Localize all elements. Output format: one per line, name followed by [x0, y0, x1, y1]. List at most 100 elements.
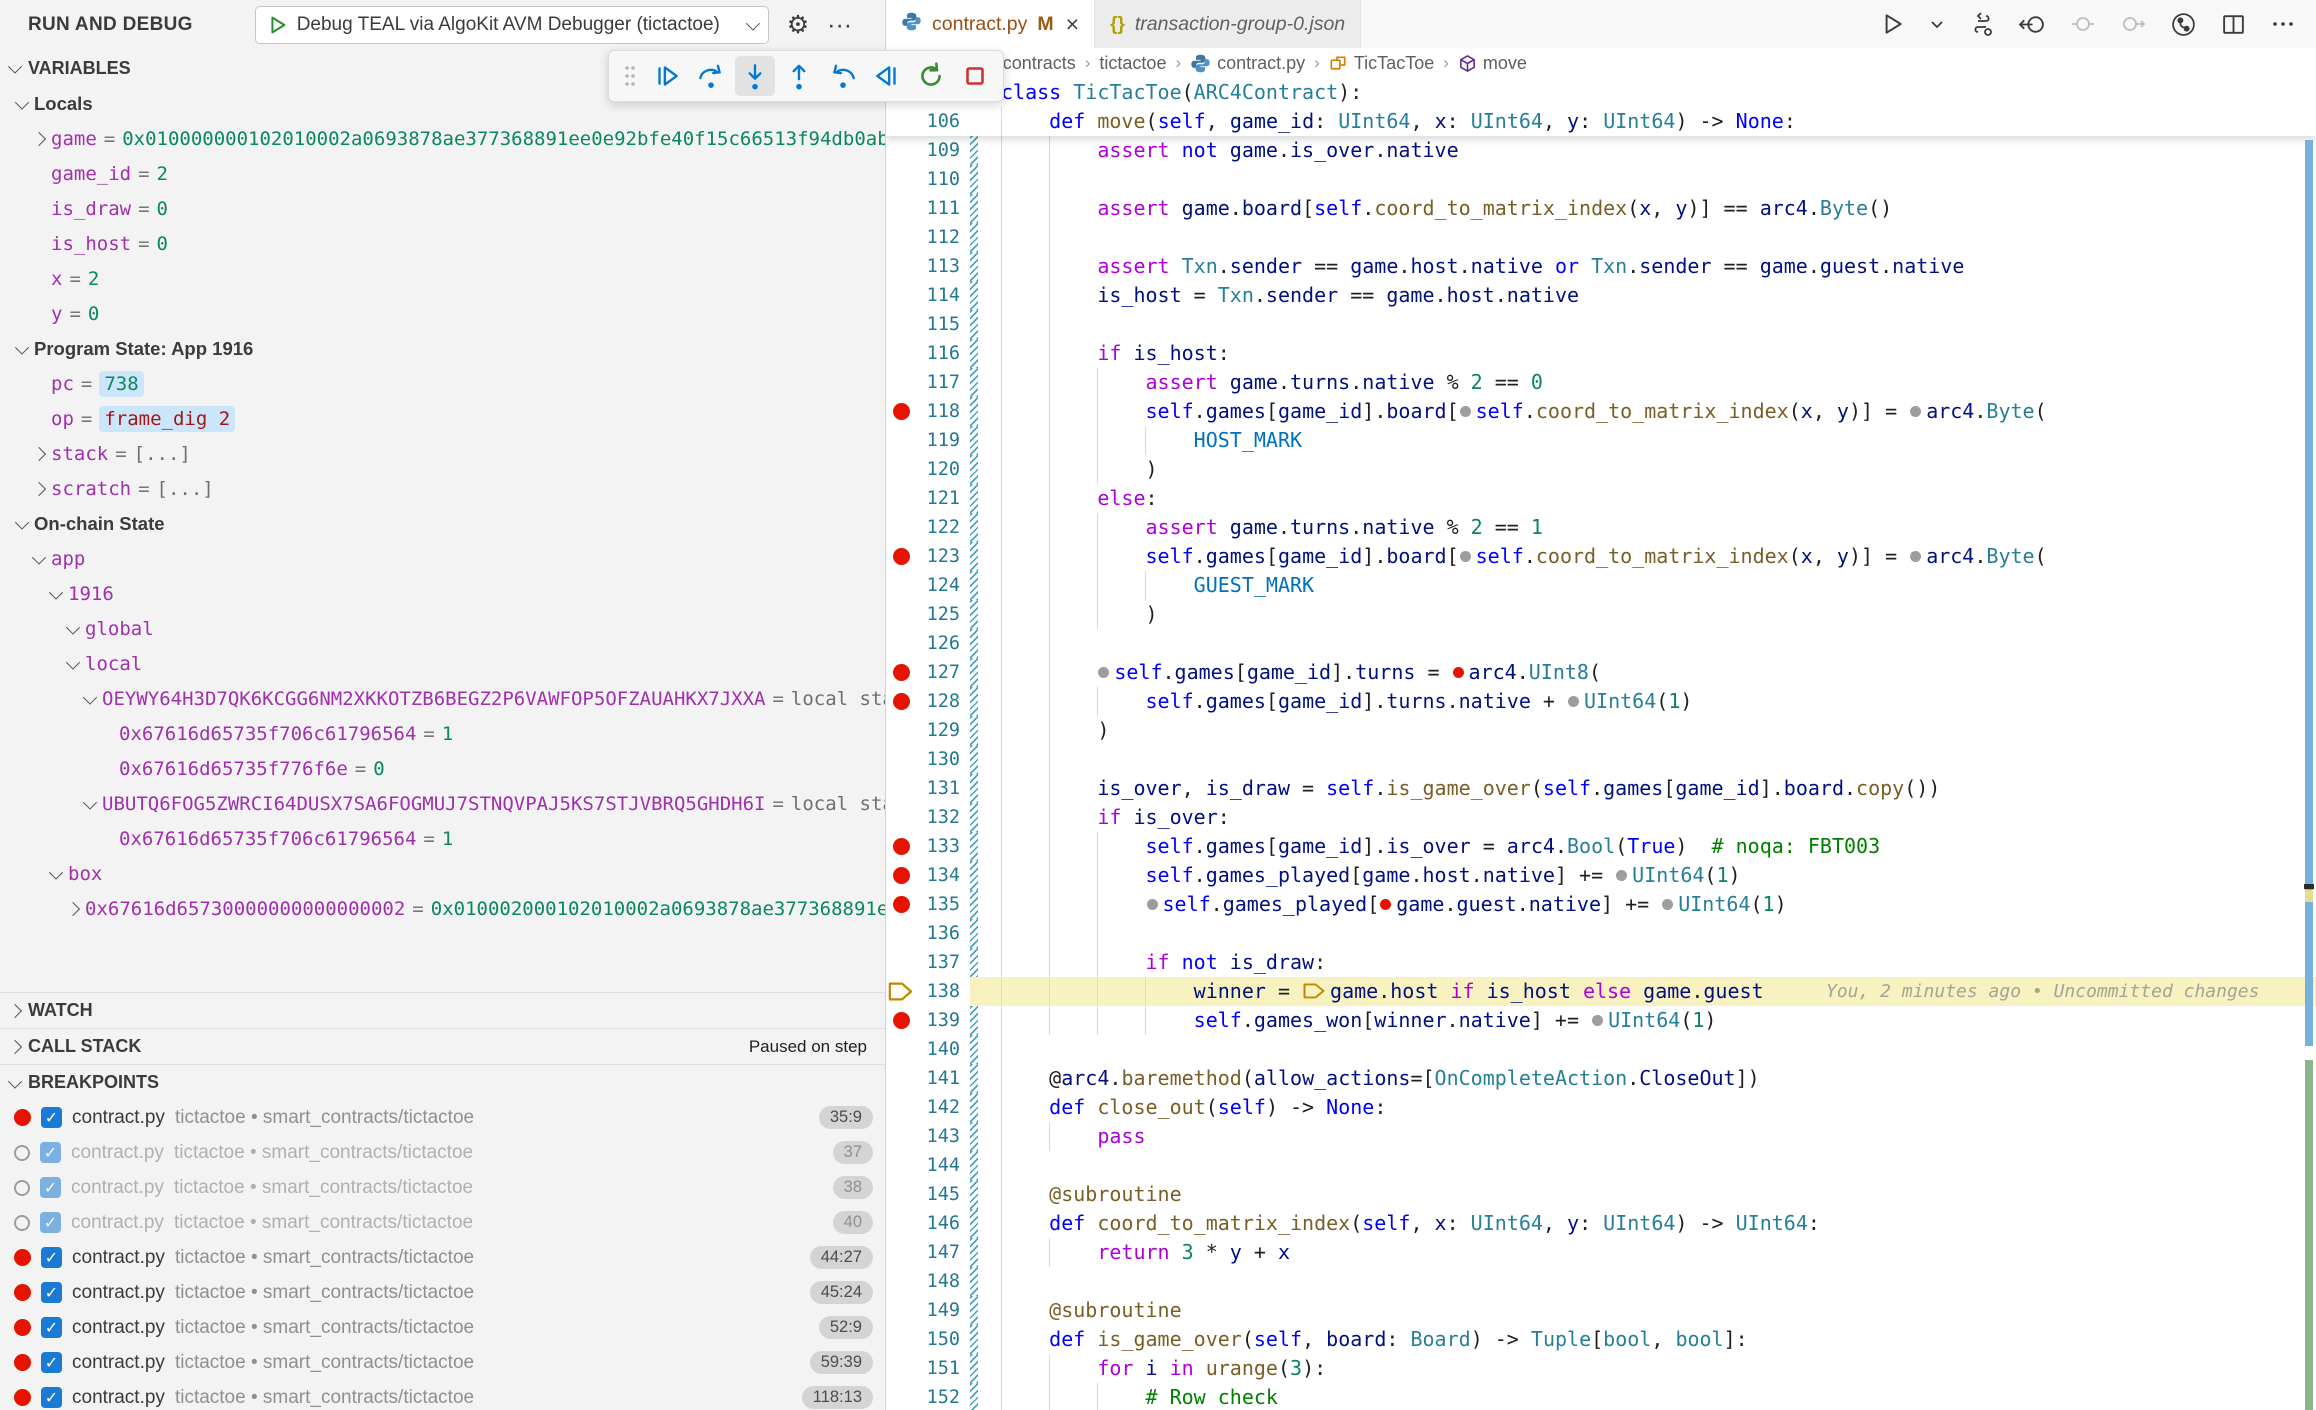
(gutter) breakpoint-zone[interactable]	[886, 397, 916, 426]
code-line-127[interactable]: 127 self.games[game_id].turns = arc4.UIn…	[886, 658, 2316, 687]
breakpoint-row[interactable]: ✓contract.pytictactoe • smart_contracts/…	[0, 1275, 885, 1310]
gutter-breakpoint-zone[interactable]	[886, 252, 916, 281]
breakpoint-checkbox[interactable]: ✓	[41, 1107, 62, 1128]
breakpoint-checkbox[interactable]: ✓	[40, 1142, 61, 1163]
inline-breakpoint-candidate-icon[interactable]	[1616, 870, 1627, 881]
code-line-151[interactable]: 151 for i in urange(3):	[886, 1354, 2316, 1383]
(gutter) breakpoint-zone[interactable]	[886, 861, 916, 890]
gutter-breakpoint-zone[interactable]	[886, 1064, 916, 1093]
breakpoint-icon[interactable]	[893, 548, 910, 565]
breadcrumb-item-move[interactable]: move	[1458, 53, 1527, 74]
chevron-right-icon[interactable]	[32, 131, 46, 145]
code-line-123[interactable]: 123 self.games[game_id].board[self.coord…	[886, 542, 2316, 571]
variable-row[interactable]: 1916	[0, 576, 885, 611]
code-line-114[interactable]: 114 is_host = Txn.sender == game.host.na…	[886, 281, 2316, 310]
code-line-124[interactable]: 124 GUEST_MARK	[886, 571, 2316, 600]
breakpoint-checkbox[interactable]: ✓	[40, 1212, 61, 1233]
variable-row[interactable]: game_id=2	[0, 156, 885, 191]
debug-config-dropdown[interactable]: Debug TEAL via AlgoKit AVM Debugger (tic…	[255, 6, 769, 44]
code-line-109[interactable]: 109 assert not game.is_over.native	[886, 136, 2316, 165]
inline-breakpoint-candidate-icon[interactable]	[1460, 551, 1471, 562]
code-line-132[interactable]: 132 if is_over:	[886, 803, 2316, 832]
code-line-120[interactable]: 120 )	[886, 455, 2316, 484]
section-header-call-stack[interactable]: CALL STACK Paused on step	[0, 1028, 885, 1064]
breakpoint-row[interactable]: ✓contract.pytictactoe • smart_contracts/…	[0, 1170, 885, 1205]
variable-row[interactable]: scratch=[...]	[0, 471, 885, 506]
code-line-117[interactable]: 117 assert game.turns.native % 2 == 0	[886, 368, 2316, 397]
restart-button[interactable]	[911, 56, 951, 96]
variable-row[interactable]: is_draw=0	[0, 191, 885, 226]
chevron-down-icon[interactable]	[32, 550, 46, 564]
gutter-breakpoint-zone[interactable]	[886, 281, 916, 310]
breakpoint-icon[interactable]	[893, 896, 910, 913]
gutter-breakpoint-zone[interactable]	[886, 1267, 916, 1296]
code-line-148[interactable]: 148	[886, 1267, 2316, 1296]
breakpoint-row[interactable]: ✓contract.pytictactoe • smart_contracts/…	[0, 1205, 885, 1240]
chevron-down-icon[interactable]	[15, 340, 29, 354]
code-line-142[interactable]: 142 def close_out(self) -> None:	[886, 1093, 2316, 1122]
gutter-breakpoint-zone[interactable]	[886, 426, 916, 455]
code-line-134[interactable]: 134 self.games_played[game.host.native] …	[886, 861, 2316, 890]
gutter-breakpoint-zone[interactable]	[886, 600, 916, 629]
breakpoint-checkbox[interactable]: ✓	[41, 1282, 62, 1303]
variable-row[interactable]: On-chain State	[0, 506, 885, 541]
breakpoint-checkbox[interactable]: ✓	[41, 1387, 62, 1408]
gutter-breakpoint-zone[interactable]	[886, 571, 916, 600]
step-into-button[interactable]	[735, 56, 775, 96]
gear-icon[interactable]: ⚙	[787, 13, 809, 38]
code-line-144[interactable]: 144	[886, 1151, 2316, 1180]
section-header-watch[interactable]: WATCH	[0, 992, 885, 1028]
run-dropdown-icon[interactable]	[1929, 16, 1945, 32]
breakpoint-checkbox[interactable]: ✓	[41, 1352, 62, 1373]
tab-contract.py[interactable]: contract.pyM×	[886, 0, 1095, 48]
variable-row[interactable]: stack=[...]	[0, 436, 885, 471]
gutter-breakpoint-zone[interactable]	[886, 1383, 916, 1410]
breadcrumb-item-contract.py[interactable]: contract.py	[1190, 53, 1305, 74]
code-line-140[interactable]: 140	[886, 1035, 2316, 1064]
run-python-file-icon[interactable]	[1879, 11, 1905, 37]
code-line-110[interactable]: 110	[886, 165, 2316, 194]
gutter-breakpoint-zone[interactable]	[886, 1035, 916, 1064]
variable-row[interactable]: local	[0, 646, 885, 681]
gutter-breakpoint-zone[interactable]	[886, 716, 916, 745]
source-control-graph-icon[interactable]	[2170, 11, 2197, 38]
variable-row[interactable]: pc=738	[0, 366, 885, 401]
inline-breakpoint-icon[interactable]	[1380, 899, 1391, 910]
stop-button[interactable]	[955, 56, 995, 96]
code-line-113[interactable]: 113 assert Txn.sender == game.host.nativ…	[886, 252, 2316, 281]
variable-row[interactable]: 0x67616d65735f706c61796564=1	[0, 716, 885, 751]
code-line-150[interactable]: 150 def is_game_over(self, board: Board)…	[886, 1325, 2316, 1354]
gutter-breakpoint-zone[interactable]	[886, 310, 916, 339]
gutter-breakpoint-zone[interactable]	[886, 368, 916, 397]
gutter-breakpoint-zone[interactable]	[886, 223, 916, 252]
gutter-breakpoint-zone[interactable]	[886, 1093, 916, 1122]
code-line-128[interactable]: 128 self.games[game_id].turns.native + U…	[886, 687, 2316, 716]
gutter-breakpoint-zone[interactable]	[886, 629, 916, 658]
inline-breakpoint-icon[interactable]	[1453, 667, 1464, 678]
gutter-breakpoint-zone[interactable]	[886, 1325, 916, 1354]
inline-breakpoint-candidate-icon[interactable]	[1910, 406, 1921, 417]
breakpoint-row[interactable]: ✓contract.pytictactoe • smart_contracts/…	[0, 1310, 885, 1345]
chevron-down-icon[interactable]	[66, 620, 80, 634]
sync-icon[interactable]	[1969, 11, 1995, 37]
code-line-122[interactable]: 122 assert game.turns.native % 2 == 1	[886, 513, 2316, 542]
code-line-125[interactable]: 125 )	[886, 600, 2316, 629]
variable-row[interactable]: op=frame_dig 2	[0, 401, 885, 436]
gutter-breakpoint-zone[interactable]	[886, 194, 916, 223]
current-instruction-pointer-icon[interactable]	[886, 977, 916, 1006]
code-line-137[interactable]: 137 if not is_draw:	[886, 948, 2316, 977]
breakpoint-icon[interactable]	[893, 838, 910, 855]
reverse-continue-button[interactable]	[867, 56, 907, 96]
breakpoint-row[interactable]: ✓contract.pytictactoe • smart_contracts/…	[0, 1100, 885, 1135]
gutter-breakpoint-zone[interactable]	[886, 948, 916, 977]
code-line-112[interactable]: 112	[886, 223, 2316, 252]
step-back-button[interactable]	[823, 56, 863, 96]
breadcrumb-item-TicTacToe[interactable]: TicTacToe	[1329, 53, 1434, 74]
breakpoint-checkbox[interactable]: ✓	[41, 1317, 62, 1338]
code-line-116[interactable]: 116 if is_host:	[886, 339, 2316, 368]
code-line-111[interactable]: 111 assert game.board[self.coord_to_matr…	[886, 194, 2316, 223]
(gutter) breakpoint-zone[interactable]	[886, 890, 916, 919]
code-line-126[interactable]: 126	[886, 629, 2316, 658]
navigate-next-icon[interactable]	[2120, 11, 2146, 37]
code-line-115[interactable]: 115	[886, 310, 2316, 339]
